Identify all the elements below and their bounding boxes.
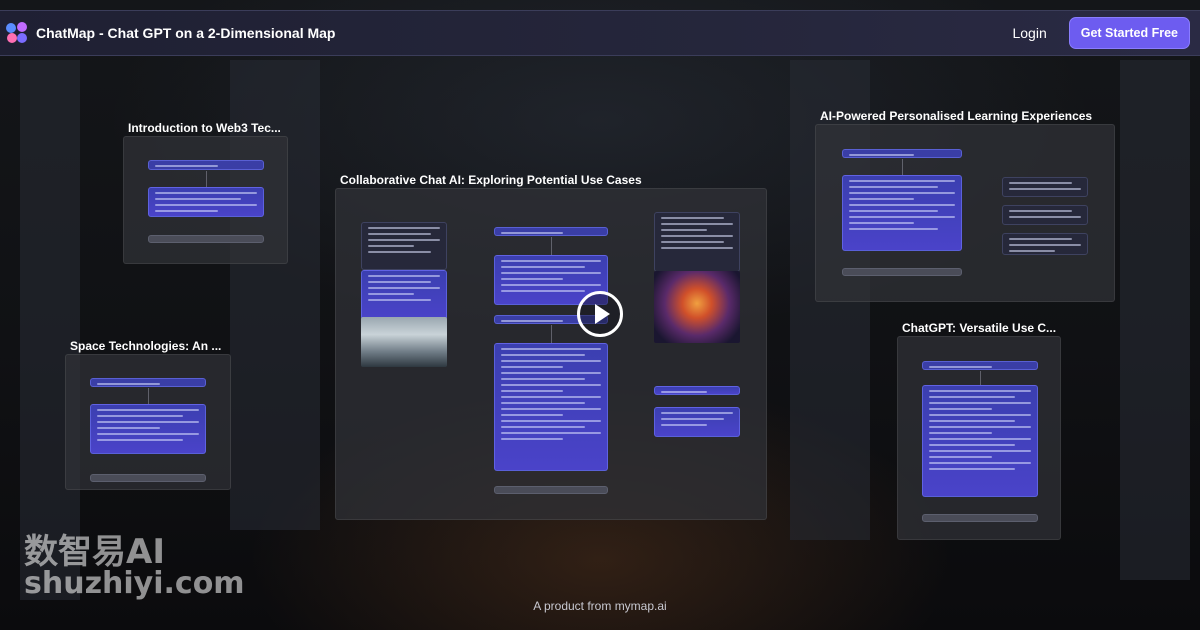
- response-node[interactable]: [1002, 205, 1088, 225]
- response-node[interactable]: [361, 270, 447, 320]
- response-node[interactable]: [1002, 233, 1088, 255]
- prompt-node[interactable]: [148, 160, 264, 170]
- response-node[interactable]: [148, 187, 264, 217]
- prompt-node[interactable]: [842, 149, 962, 158]
- card-title-chatgpt-versatile: ChatGPT: Versatile Use C...: [902, 321, 1057, 335]
- chat-input[interactable]: [148, 235, 264, 243]
- footer-prefix: A product from: [533, 599, 612, 613]
- card-title-space-technologies: Space Technologies: An ...: [70, 339, 222, 353]
- generated-image: [361, 317, 447, 367]
- response-node[interactable]: [1002, 177, 1088, 197]
- play-video-button[interactable]: [577, 291, 623, 337]
- card-title-web3: Introduction to Web3 Tec...: [128, 121, 281, 135]
- response-node[interactable]: [842, 175, 962, 251]
- get-started-button[interactable]: Get Started Free: [1068, 17, 1190, 49]
- response-node[interactable]: [654, 407, 740, 437]
- footer-credit: A product from mymap.ai: [0, 599, 1200, 613]
- card-title-collaborative-chat-ai: Collaborative Chat AI: Exploring Potenti…: [340, 173, 642, 187]
- response-node[interactable]: [654, 386, 740, 395]
- generated-image: [654, 271, 740, 343]
- footer-mymap-link[interactable]: mymap.ai: [615, 599, 667, 613]
- response-node[interactable]: [494, 343, 608, 471]
- chat-card-chatgpt-versatile[interactable]: [897, 336, 1061, 540]
- chat-card-collaborative-chat-ai[interactable]: [335, 188, 767, 520]
- prompt-node[interactable]: [90, 378, 206, 387]
- login-link[interactable]: Login: [1012, 25, 1046, 41]
- chat-input[interactable]: [842, 268, 962, 276]
- top-navigation-bar: ChatMap - Chat GPT on a 2-Dimensional Ma…: [0, 10, 1200, 56]
- response-node[interactable]: [654, 212, 740, 272]
- prompt-node[interactable]: [494, 227, 608, 236]
- chat-card-ai-learning[interactable]: [815, 124, 1115, 302]
- chatmap-logo-icon: [6, 22, 28, 44]
- response-node[interactable]: [90, 404, 206, 454]
- watermark-line-2: shuzhiyi.com: [24, 566, 245, 601]
- response-node[interactable]: [922, 385, 1038, 497]
- chat-input[interactable]: [494, 486, 608, 494]
- card-title-ai-learning: AI-Powered Personalised Learning Experie…: [820, 109, 1093, 123]
- play-icon: [595, 304, 610, 324]
- chat-card-space-technologies[interactable]: [65, 354, 231, 490]
- chat-input[interactable]: [90, 474, 206, 482]
- app-title: ChatMap - Chat GPT on a 2-Dimensional Ma…: [36, 25, 336, 41]
- prompt-node[interactable]: [922, 361, 1038, 370]
- chat-card-web3[interactable]: [123, 136, 288, 264]
- chat-input[interactable]: [922, 514, 1038, 522]
- response-node[interactable]: [361, 222, 447, 270]
